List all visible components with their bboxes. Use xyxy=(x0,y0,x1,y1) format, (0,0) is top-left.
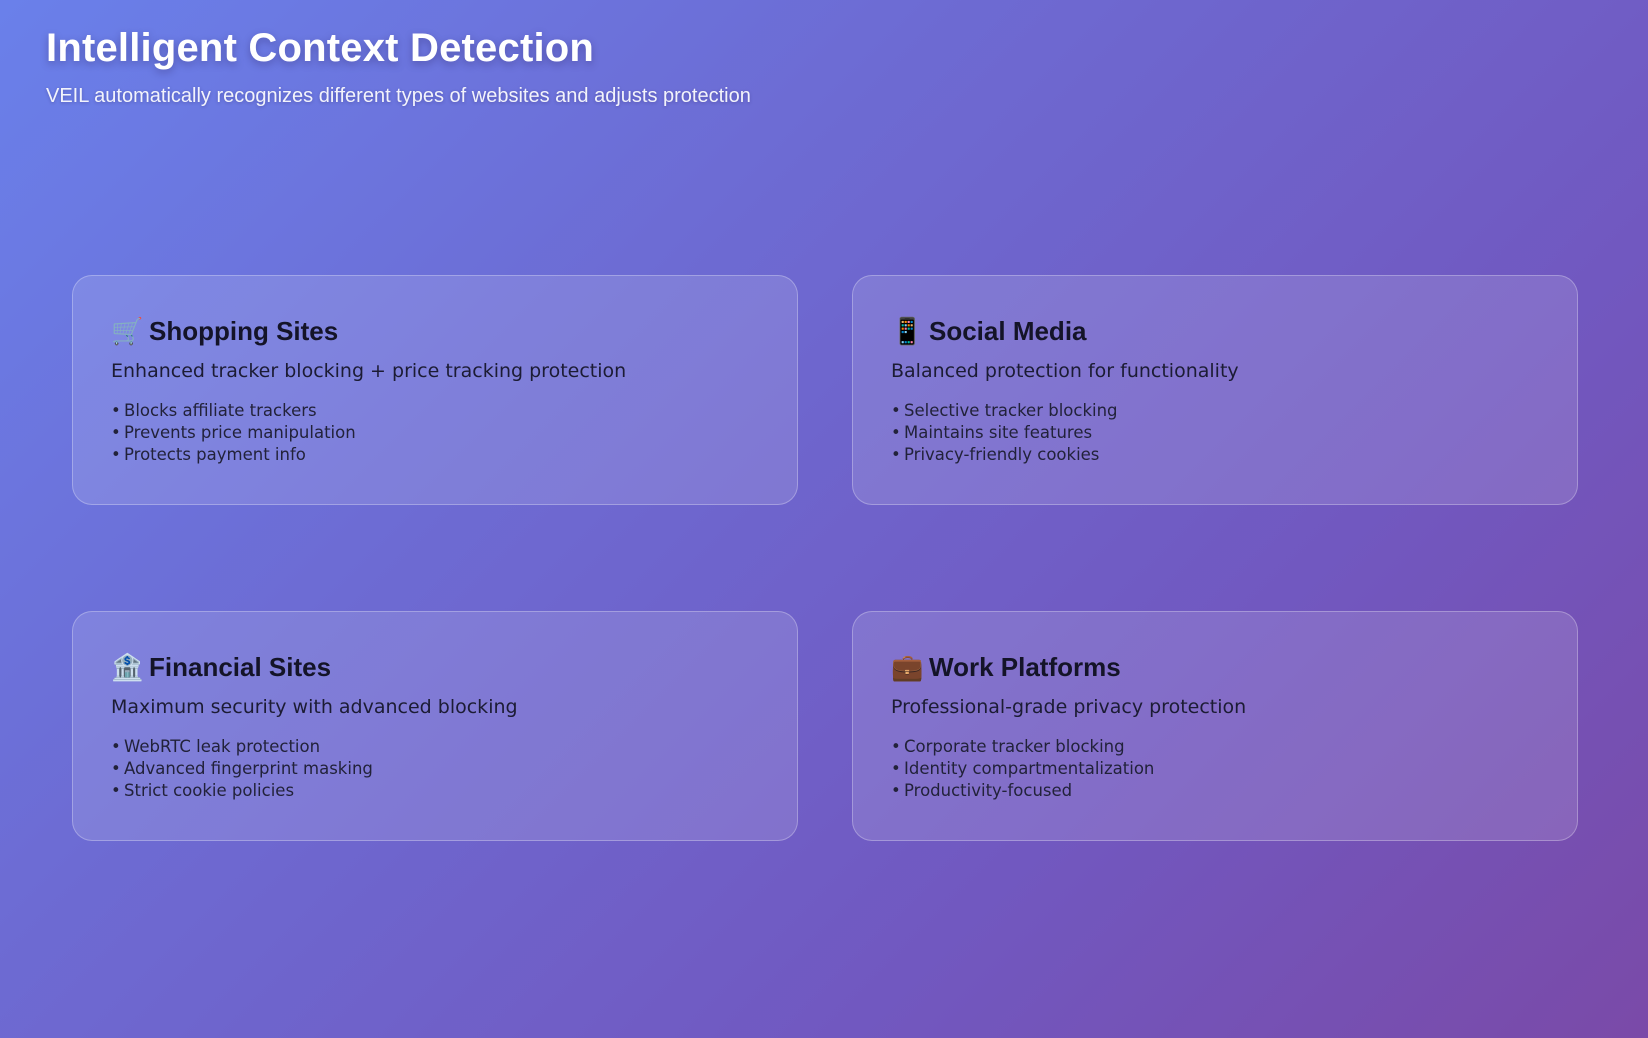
bank-icon: 🏦 xyxy=(111,652,144,682)
feature-item: • Selective tracker blocking xyxy=(891,401,1118,420)
card-title-text: Financial Sites xyxy=(149,652,332,682)
feature-item: • Blocks affiliate trackers xyxy=(111,401,317,420)
bullet: • xyxy=(111,737,121,756)
bullet: • xyxy=(891,759,901,778)
briefcase-icon: 💼 xyxy=(891,652,924,682)
feature-list: • Blocks affiliate trackers • Prevents pri… xyxy=(111,400,759,466)
card-title-text: Work Platforms xyxy=(929,652,1121,682)
bullet: • xyxy=(111,401,121,420)
bullet: • xyxy=(891,737,901,756)
feature-list: • WebRTC leak protection • Advanced finger… xyxy=(111,736,759,802)
bullet: • xyxy=(111,759,121,778)
card-title-text: Shopping Sites xyxy=(149,316,339,346)
card-title-text: Social Media xyxy=(929,316,1087,346)
card-title: 💼 Work Platforms xyxy=(891,650,1539,684)
feature-item: • Advanced fingerprint masking xyxy=(111,759,373,778)
feature-item: • Identity compartmentalization xyxy=(891,759,1155,778)
card-description: Maximum security with advanced blocking xyxy=(111,696,518,718)
card-description: Balanced protection for functionality xyxy=(891,360,1239,382)
page-title: Intelligent Context Detection xyxy=(46,26,595,70)
card-title: 🏦 Financial Sites xyxy=(111,650,759,684)
feature-item: • Privacy-friendly cookies xyxy=(891,445,1100,464)
context-card-social-media: 📱 Social Media Balanced protection for f… xyxy=(852,275,1578,505)
bullet: • xyxy=(111,781,121,800)
context-card-work-platforms: 💼 Work Platforms Professional-grade priv… xyxy=(852,611,1578,841)
feature-item: • Protects payment info xyxy=(111,445,306,464)
feature-item: • Strict cookie policies xyxy=(111,781,295,800)
page-subtitle: VEIL automatically recognizes different … xyxy=(46,85,751,107)
feature-item: • WebRTC leak protection xyxy=(111,737,321,756)
page-header: Intelligent Context Detection VEIL autom… xyxy=(46,26,751,108)
card-title: 🛒 Shopping Sites xyxy=(111,314,759,348)
feature-list: • Selective tracker blocking • Maintains s… xyxy=(891,400,1539,466)
card-title: 📱 Social Media xyxy=(891,314,1539,348)
mobile-phone-icon: 📱 xyxy=(891,316,924,346)
context-card-financial: 🏦 Financial Sites Maximum security with … xyxy=(72,611,798,841)
feature-item: • Maintains site features xyxy=(891,423,1093,442)
bullet: • xyxy=(891,423,901,442)
bullet: • xyxy=(891,401,901,420)
bullet: • xyxy=(891,445,901,464)
feature-item: • Prevents price manipulation xyxy=(111,423,356,442)
feature-list: • Corporate tracker blocking • Identity co… xyxy=(891,736,1539,802)
bullet: • xyxy=(111,423,121,442)
feature-item: • Productivity-focused xyxy=(891,781,1073,800)
bullet: • xyxy=(891,781,901,800)
card-description: Professional-grade privacy protection xyxy=(891,696,1247,718)
card-description: Enhanced tracker blocking + price tracki… xyxy=(111,360,627,382)
bullet: • xyxy=(111,445,121,464)
shopping-cart-icon: 🛒 xyxy=(111,316,144,346)
context-card-shopping: 🛒 Shopping Sites Enhanced tracker blocki… xyxy=(72,275,798,505)
feature-item: • Corporate tracker blocking xyxy=(891,737,1125,756)
